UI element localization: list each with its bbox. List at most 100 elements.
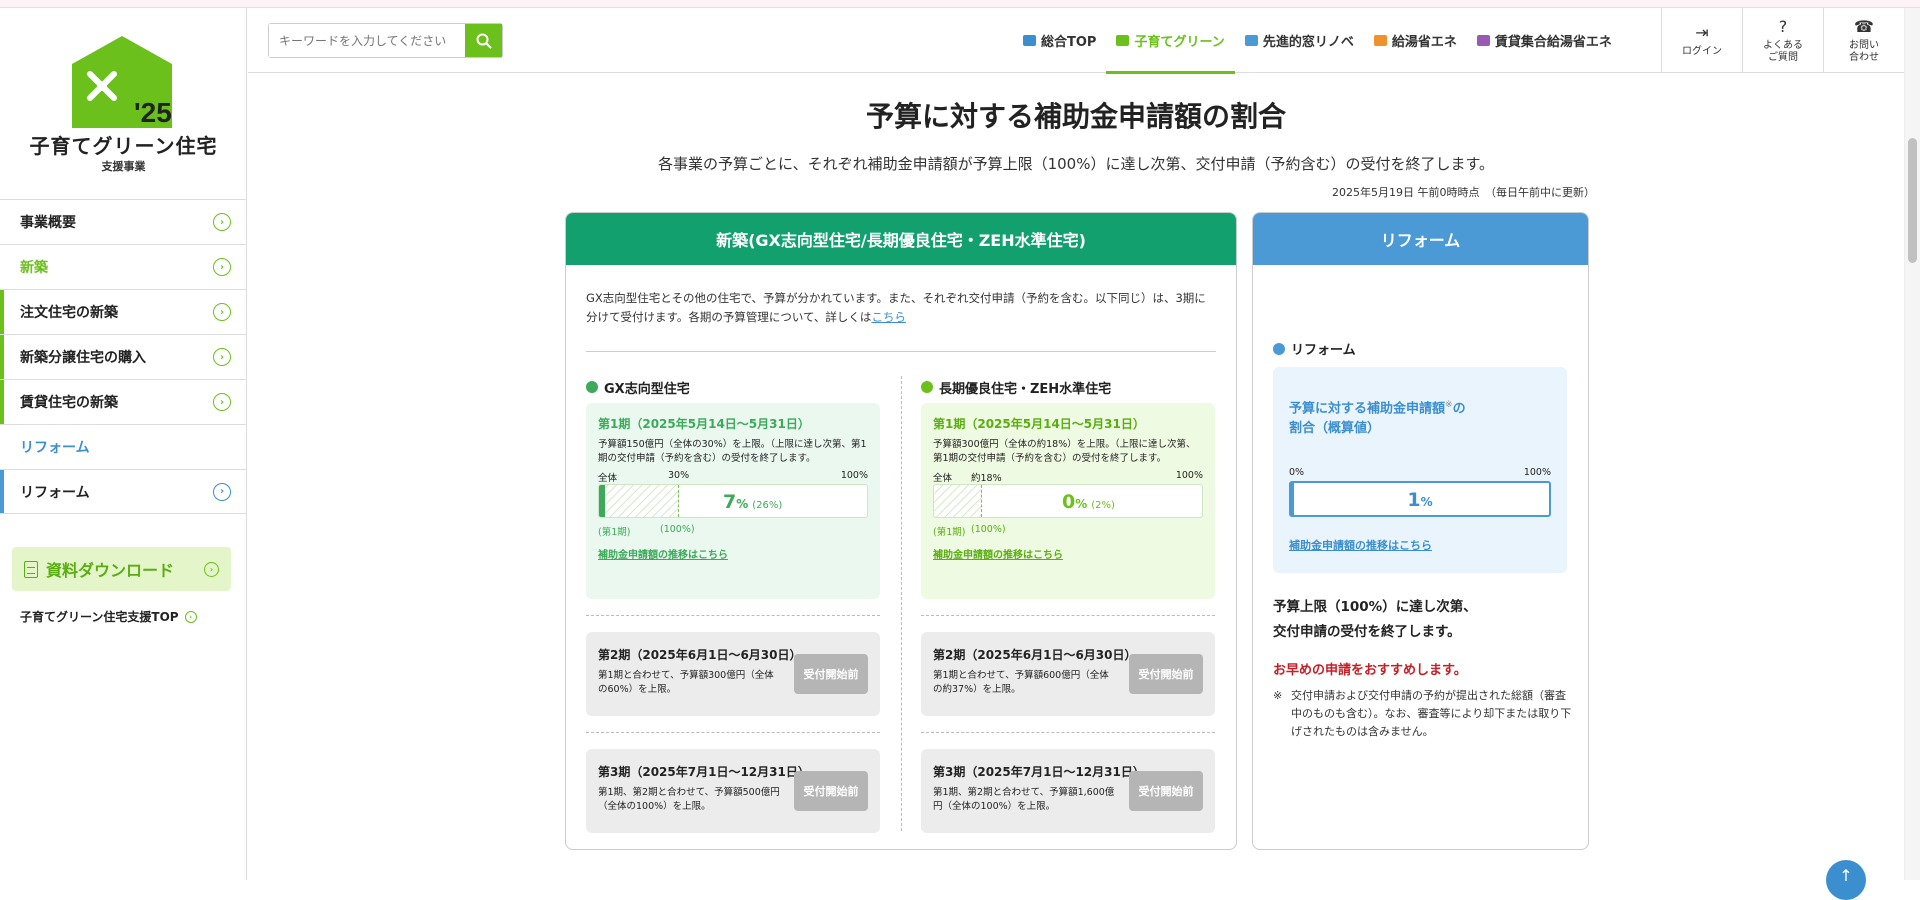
period-title: 第1期（2025年5月14日〜5月31日）: [933, 417, 1145, 431]
scale-all: 全体: [933, 473, 953, 484]
sidebar-top-link[interactable]: 子育てグリーン住宅支援TOP ›: [20, 608, 197, 625]
site-subtitle: 支援事業: [101, 160, 146, 173]
percent-value: 1: [1407, 489, 1421, 512]
cap-region: [599, 485, 680, 517]
scale-min: 0%: [1289, 467, 1305, 479]
faq-button[interactable]: ? よくある ご質問: [1742, 8, 1823, 73]
sidebar-item-overview[interactable]: 事業概要 ›: [0, 199, 247, 244]
tab-water-heater[interactable]: 給湯省エネ: [1364, 8, 1467, 73]
reform-title: リフォーム: [1273, 339, 1356, 358]
download-button[interactable]: 資料ダウンロード ›: [12, 547, 231, 591]
house-icon: [1373, 35, 1387, 46]
period-description: 第1期と合わせて、予算額600億円（全体の約37%）を上限。: [933, 670, 1109, 695]
tab-kosodate-green[interactable]: 子育てグリーン: [1106, 8, 1236, 74]
sidebar-item-label: 賃貸住宅の新築: [20, 395, 118, 411]
new-build-card: 新築(GX志向型住宅/長期優良住宅・ZEH水準住宅) GX志向型住宅とその他の住…: [565, 212, 1237, 850]
scale-cap: 約18%: [971, 473, 1002, 484]
login-button[interactable]: ⇥ ログイン: [1661, 8, 1742, 73]
reform-warning: お早めの申請をおすすめします。: [1273, 663, 1467, 678]
bullet-icon: [1273, 342, 1285, 355]
back-to-top-button[interactable]: ↑: [1826, 860, 1866, 900]
chevron-circle-icon: ›: [213, 482, 231, 501]
arrow-up-icon: ↑: [1839, 866, 1853, 885]
scale-all: 全体: [598, 473, 618, 484]
reform-box-title: 予算に対する補助金申請額※の 割合（概算値）: [1289, 395, 1551, 439]
divider: [586, 732, 880, 733]
arrow-circle-icon: ›: [184, 610, 197, 623]
bullet-icon: [921, 381, 933, 393]
progress-fill: [599, 485, 605, 517]
tab-label: 先進的窓リノベ: [1262, 35, 1354, 50]
tab-label: 総合TOP: [1041, 35, 1097, 50]
notice-line-2: 交付申請の受付を終了します。: [1273, 624, 1461, 640]
period-description: 第1期、第2期と合わせて、予算額500億円（全体の100%）を上限。: [598, 787, 780, 812]
trend-link[interactable]: 補助金申請額の推移はこちら: [598, 546, 868, 561]
percent-sub: (26%): [752, 500, 783, 511]
scrollbar-thumb[interactable]: [1908, 138, 1917, 263]
reform-title-label: リフォーム: [1291, 343, 1356, 358]
search-button[interactable]: [465, 24, 502, 57]
sublabel-percent: (100%): [660, 524, 695, 535]
sidebar-item-purchase[interactable]: 新築分譲住宅の購入 ›: [0, 334, 247, 379]
scale-max: 100%: [1523, 467, 1551, 479]
sidebar-item-new-build[interactable]: 新築 ›: [0, 244, 247, 289]
contact-label-1: お問い: [1849, 39, 1879, 51]
tab-window-renovation[interactable]: 先進的窓リノベ: [1235, 8, 1364, 73]
question-icon: ?: [1778, 16, 1788, 36]
tab-label: 給湯省エネ: [1391, 35, 1457, 50]
trend-link[interactable]: 補助金申請額の推移はこちら: [933, 546, 1203, 561]
sidebar-item-custom-home[interactable]: 注文住宅の新築 ›: [0, 289, 247, 334]
period-description: 予算額300億円（全体の約18%）を上限。（上限に達し次第、第1期の交付申請（予…: [933, 439, 1196, 464]
header: 総合TOP 子育てグリーン 先進的窓リノベ 給湯省エネ 賃貸集合給湯省エネ ⇥ …: [248, 8, 1904, 74]
new-build-intro: GX志向型住宅とその他の住宅で、予算が分かれています。また、それぞれ交付申請（予…: [586, 289, 1216, 327]
bar-scale: 全体 30% 100%: [598, 470, 868, 484]
gx-progress-bar: 7% (26%): [598, 484, 868, 518]
logo[interactable]: '25: [72, 36, 172, 128]
top-link-label: 子育てグリーン住宅支援TOP: [20, 610, 179, 624]
percent-value: 7: [723, 491, 737, 513]
arrow-circle-icon: ›: [204, 561, 219, 577]
tab-top[interactable]: 総合TOP: [1013, 8, 1106, 73]
progress-percent: 7% (26%): [723, 491, 782, 513]
zeh-period1: 第1期（2025年5月14日〜5月31日） 予算額300億円（全体の約18%）を…: [921, 403, 1215, 599]
chevron-circle-icon: ›: [213, 393, 231, 411]
gx-title-label: GX志向型住宅: [604, 381, 690, 397]
sidebar-item-rental[interactable]: 賃貸住宅の新築 ›: [0, 379, 247, 424]
gx-period1: 第1期（2025年5月14日〜5月31日） 予算額150億円（全体の30%）を上…: [586, 403, 880, 599]
house-icon: [1244, 35, 1258, 46]
tab-rental-water-heater[interactable]: 賃貸集合給湯省エネ: [1467, 8, 1622, 73]
sidebar-section-reform: リフォーム: [0, 424, 247, 469]
tab-label: 賃貸集合給湯省エネ: [1494, 35, 1612, 50]
scale-cap: 30%: [668, 470, 690, 481]
logo-year: '25: [134, 97, 172, 128]
sidebar-item-reform[interactable]: リフォーム ›: [0, 469, 247, 514]
page-title: 予算に対する補助金申請額の割合: [865, 100, 1286, 133]
sidebar-item-label: リフォーム: [20, 484, 90, 501]
phone-icon: ☎: [1854, 16, 1874, 36]
header-buttons: ⇥ ログイン ? よくある ご質問 ☎ お問い 合わせ: [1661, 8, 1904, 73]
search-box: [268, 23, 503, 58]
sublabel-period: (第1期): [933, 527, 966, 538]
tab-label: 子育てグリーン: [1134, 35, 1225, 50]
gx-title: GX志向型住宅: [586, 376, 880, 398]
intro-link[interactable]: こちら: [871, 310, 906, 324]
contact-button[interactable]: ☎ お問い 合わせ: [1823, 8, 1904, 73]
box-title-part1: 予算に対する補助金申請額: [1289, 401, 1446, 417]
site-tabs: 総合TOP 子育てグリーン 先進的窓リノベ 給湯省エネ 賃貸集合給湯省エネ: [1013, 8, 1622, 74]
zeh-period3: 第3期（2025年7月1日〜12月31日） 第1期、第2期と合わせて、予算額1,…: [921, 749, 1215, 833]
notice-line-1: 予算上限（100%）に達し次第、: [1273, 599, 1477, 615]
sublabel-percent: (100%): [971, 524, 1006, 535]
sublabel-period: (第1期): [598, 527, 631, 538]
sidebar-item-label: 新築: [20, 260, 48, 276]
scrollbar[interactable]: [1904, 8, 1920, 880]
sidebar-item-label: 新築分譲住宅の購入: [20, 350, 146, 366]
reform-notice: 予算上限（100%）に達し次第、 交付申請の受付を終了します。: [1273, 595, 1477, 645]
trend-link[interactable]: 補助金申請額の推移はこちら: [1289, 537, 1551, 553]
reform-scale: 0% 100%: [1289, 467, 1551, 479]
reform-card: リフォーム リフォーム 予算に対する補助金申請額※の 割合（概算値） 0% 100…: [1252, 212, 1589, 850]
bar-sublabels: (第1期) (100%): [933, 524, 1203, 538]
reform-ratio-box: 予算に対する補助金申請額※の 割合（概算値） 0% 100% 1% 補助金申請額の…: [1273, 367, 1567, 573]
search-input[interactable]: [269, 24, 465, 57]
sidebar-nav: 事業概要 › 新築 › 注文住宅の新築 › 新築分譲住宅の購入 › 賃貸住宅の新…: [0, 199, 247, 514]
note-mark: ※: [1445, 400, 1453, 410]
